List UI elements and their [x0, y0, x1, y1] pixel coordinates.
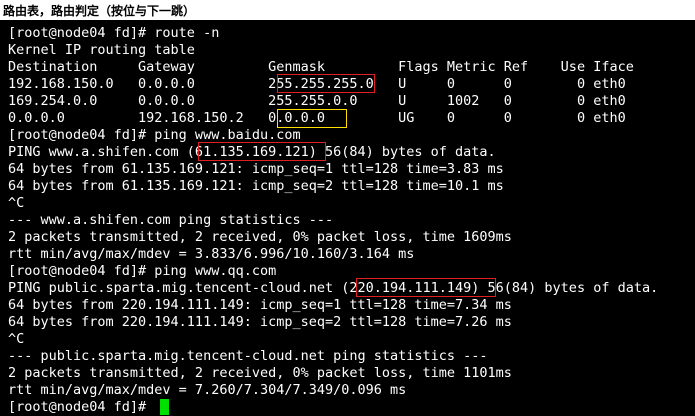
terminal-line: rtt min/avg/max/mdev = 7.260/7.304/7.349…	[8, 382, 407, 398]
terminal-line: PING www.a.shifen.com (61.135.169.121) 5…	[8, 144, 496, 160]
terminal-line: 169.254.0.0 0.0.0.0 255.255.0.0 U 1002 0…	[8, 93, 626, 109]
terminal-line: PING public.sparta.mig.tencent-cloud.net…	[8, 280, 659, 296]
terminal-line: 64 bytes from 220.194.111.149: icmp_seq=…	[8, 297, 512, 313]
terminal-line: 64 bytes from 220.194.111.149: icmp_seq=…	[8, 314, 512, 330]
terminal-line: 192.168.150.0 0.0.0.0 255.255.255.0 U 0 …	[8, 76, 626, 92]
terminal-line: 0.0.0.0 192.168.150.2 0.0.0.0 UG 0 0 0 e…	[8, 110, 626, 126]
terminal-line: ^C	[8, 331, 25, 347]
terminal-cursor	[160, 399, 169, 415]
terminal-line: 64 bytes from 61.135.169.121: icmp_seq=2…	[8, 178, 504, 194]
terminal-line: [root@node04 fd]# ping www.baidu.com	[8, 127, 301, 143]
terminal-line: [root@node04 fd]# route -n	[8, 25, 220, 41]
terminal-line: --- www.a.shifen.com ping statistics ---	[8, 212, 334, 228]
terminal-line: 64 bytes from 61.135.169.121: icmp_seq=1…	[8, 161, 504, 177]
terminal-line: Destination Gateway Genmask Flags Metric…	[8, 59, 634, 75]
terminal-line: --- public.sparta.mig.tencent-cloud.net …	[8, 348, 488, 364]
caption-title: 路由表，路由判定（按位与下一跳）	[3, 4, 196, 18]
terminal-line: rtt min/avg/max/mdev = 3.833/6.996/10.16…	[8, 246, 415, 262]
terminal-window[interactable]: [root@node04 fd]# route -n Kernel IP rou…	[0, 20, 695, 416]
terminal-prompt-line[interactable]: [root@node04 fd]#	[8, 398, 154, 416]
terminal-line: ^C	[8, 195, 25, 211]
terminal-line: 2 packets transmitted, 2 received, 0% pa…	[8, 229, 512, 245]
terminal-line: 2 packets transmitted, 2 received, 0% pa…	[8, 365, 512, 381]
image-caption-bar: 路由表，路由判定（按位与下一跳）	[0, 0, 695, 20]
terminal-line: [root@node04 fd]# ping www.qq.com	[8, 263, 277, 279]
terminal-line: Kernel IP routing table	[8, 42, 195, 58]
